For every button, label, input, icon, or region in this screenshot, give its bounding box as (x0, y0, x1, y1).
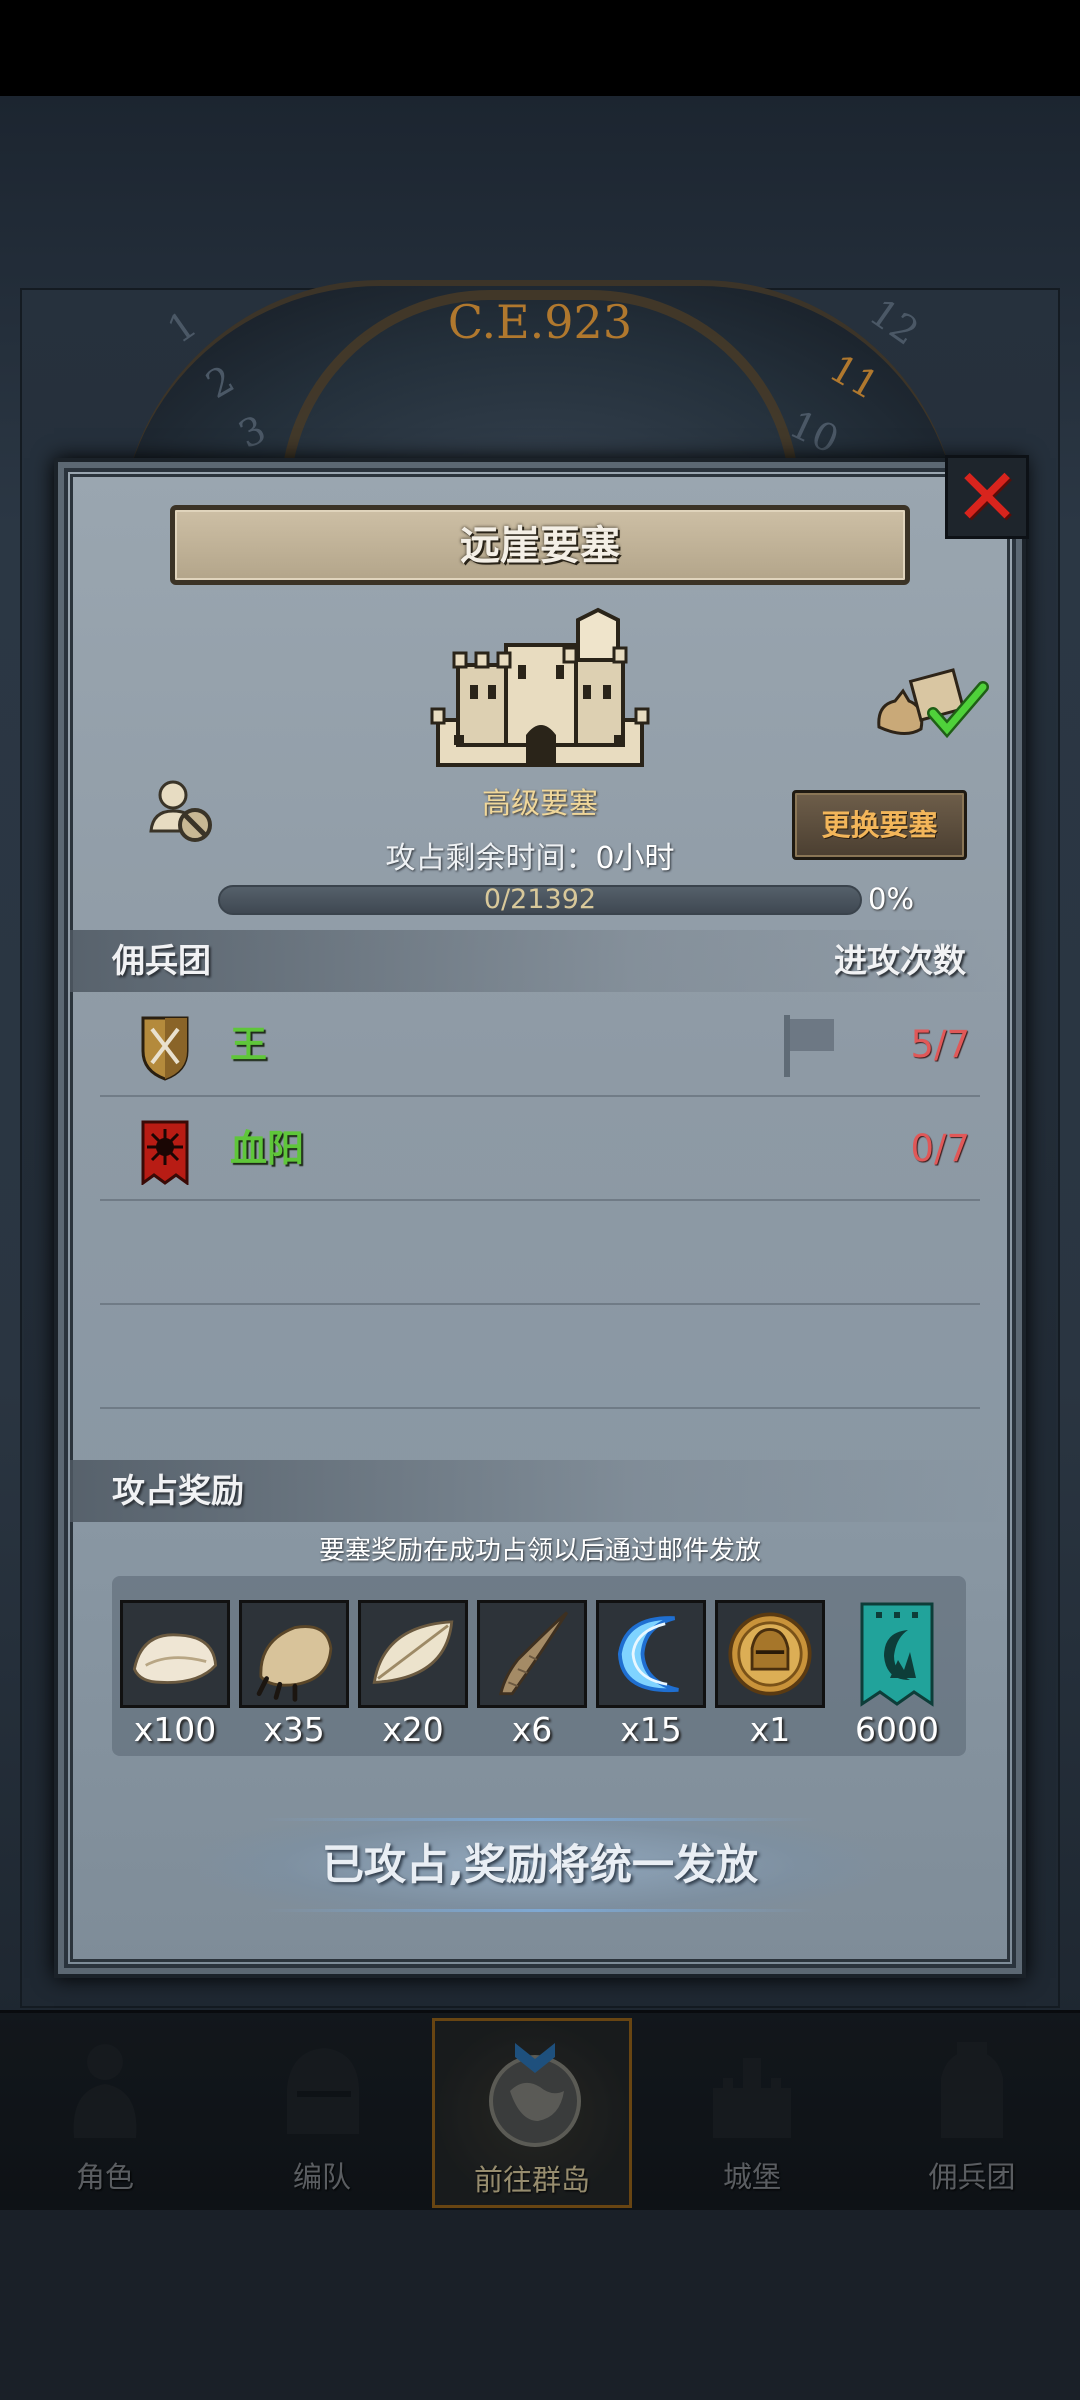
fortress-icon (430, 607, 650, 767)
white-fur-icon (120, 1600, 230, 1708)
reward-qty: x20 (382, 1710, 444, 1749)
helmet-icon (287, 2048, 359, 2134)
mercenary-name: 血阳 (230, 1127, 304, 1170)
reward-note: 要塞奖励在成功占领以后通过邮件发放 (318, 1536, 761, 1566)
mercenary-icon (941, 2042, 1003, 2138)
reward-qty: x1 (749, 1710, 791, 1749)
loot-bag-check-icon[interactable] (875, 665, 995, 745)
nav-label: 佣兵团 (928, 2160, 1016, 2194)
progress-percent: 0% (868, 882, 915, 916)
change-fortress-label: 更换要塞 (821, 808, 938, 842)
globe-icon (489, 2043, 581, 2147)
guild-banner-icon (860, 1602, 934, 1707)
claim-status-bar: 已攻占,奖励将统一发放 (200, 1810, 880, 1920)
attack-count: 5/7 (910, 1023, 970, 1066)
progress-text: 0/21392 (483, 884, 597, 915)
reward-item[interactable]: x15 (596, 1600, 706, 1750)
empty-row (100, 1201, 980, 1305)
nav-label: 前往群岛 (473, 2163, 590, 2197)
nav-label: 编队 (292, 2160, 351, 2194)
mercenary-header-label: 佣兵团 (112, 941, 211, 980)
reward-item[interactable]: x20 (358, 1600, 468, 1750)
reward-item[interactable]: x35 (239, 1600, 349, 1750)
castle-icon (713, 2058, 791, 2138)
red-sun-banner-icon (141, 1120, 189, 1185)
reward-qty: x6 (511, 1710, 553, 1749)
attack-count-header: 进攻次数 (834, 941, 966, 980)
nav-item-mercenary[interactable]: 佣兵团 (872, 2018, 1072, 2208)
blue-crescent-icon (596, 1600, 706, 1708)
nav-item-castle[interactable]: 城堡 (652, 2018, 852, 2208)
nav-item-role[interactable]: 角色 (5, 2018, 205, 2208)
nav-item-islands[interactable]: 前往群岛 (432, 2018, 632, 2208)
capture-progress-bar: 0/21392 (218, 885, 862, 915)
reward-section-header: 攻占奖励 (70, 1460, 1010, 1522)
timer-value: 0小时 (595, 841, 675, 876)
reward-qty: x100 (133, 1710, 217, 1749)
reward-qty: x15 (620, 1710, 682, 1749)
capture-timer: 攻占剩余时间：0小时 (330, 833, 730, 877)
sword-shield-crest-icon (141, 1016, 189, 1081)
nav-label: 角色 (75, 2160, 134, 2194)
reward-item[interactable]: x100 (120, 1600, 230, 1750)
nav-item-formation[interactable]: 编队 (222, 2018, 422, 2208)
nav-label: 城堡 (722, 2160, 781, 2194)
flag-icon (784, 1015, 834, 1077)
close-button[interactable]: ✕ (945, 455, 1029, 539)
empty-row (100, 1305, 980, 1409)
feather-scale-icon (358, 1600, 468, 1708)
reward-qty: x35 (263, 1710, 325, 1749)
title-plate: 远崖要塞 (170, 505, 910, 585)
reward-header-label: 攻占奖励 (112, 1471, 244, 1510)
fortress-level: 高级要塞 (481, 786, 598, 820)
change-fortress-button[interactable]: 更换要塞 (792, 790, 967, 860)
mercenary-row[interactable]: 血阳 0/7 (100, 1097, 980, 1201)
reward-qty: 6000 (855, 1710, 939, 1749)
empty-row (100, 1409, 980, 1459)
era-label: C.E.923 (447, 295, 633, 349)
bottom-area (0, 2210, 1080, 2400)
reward-item[interactable]: x6 (477, 1600, 587, 1750)
golden-helmet-coin-icon (715, 1600, 825, 1708)
reward-item[interactable]: x1 (715, 1600, 825, 1750)
mercenary-section-header: 佣兵团 进攻次数 (70, 930, 1010, 992)
timer-label: 攻占剩余时间： (385, 841, 596, 876)
close-icon: ✕ (954, 453, 1020, 543)
mercenary-row[interactable]: 王 5/7 (100, 993, 980, 1097)
no-user-icon (149, 780, 212, 842)
status-bar (0, 0, 1080, 96)
claw-paw-icon (239, 1600, 349, 1708)
dialog-title: 远崖要塞 (460, 523, 620, 569)
reward-item[interactable]: 6000 (842, 1600, 952, 1750)
horn-icon (477, 1600, 587, 1708)
claim-status-text: 已攻占,奖励将统一发放 (322, 1840, 758, 1889)
attack-count: 0/7 (910, 1127, 970, 1170)
knight-icon (73, 2044, 137, 2138)
mercenary-name: 王 (230, 1023, 267, 1066)
